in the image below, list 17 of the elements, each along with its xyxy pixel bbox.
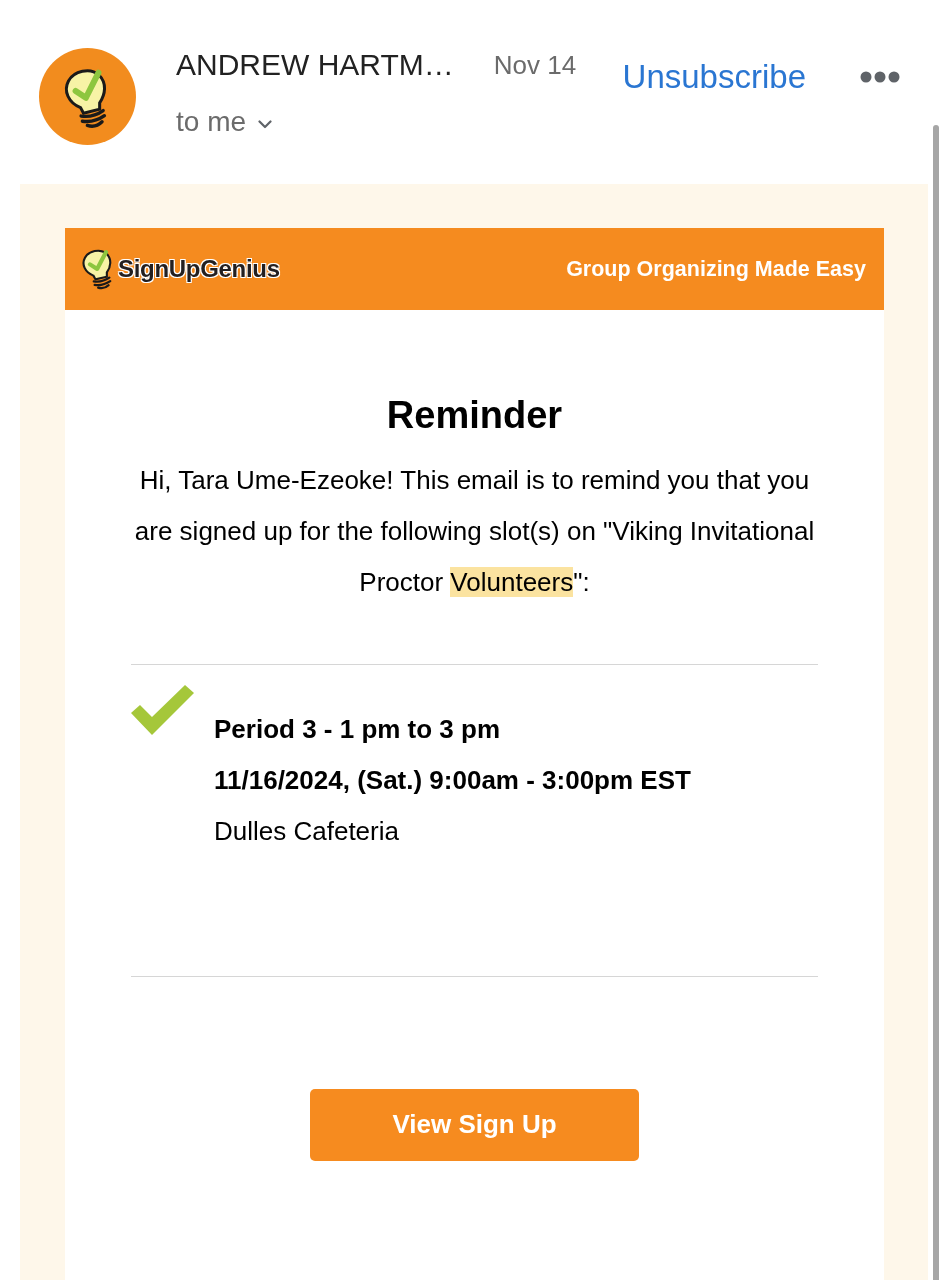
slot-title: Period 3 - 1 pm to 3 pm — [214, 712, 502, 746]
recipient-label[interactable]: to me — [176, 104, 247, 139]
lightbulb-avatar-icon — [39, 48, 136, 145]
brand-name: SignUpGenius — [118, 254, 280, 284]
brand-tagline: Group Organizing Made Easy — [566, 255, 866, 283]
intro-paragraph: Hi, Tara Ume-Ezeoke! This email is to remind you that you are signed up for the following slot(s) on "Viking Invitational Proctor Volunteers": — [133, 463, 816, 599]
unsubscribe-link[interactable]: Unsubscribe — [622, 57, 806, 97]
checkmark-icon — [131, 684, 194, 735]
chevron-down-icon[interactable] — [258, 119, 273, 129]
slot-datetime: 11/16/2024, (Sat.) 9:00am - 3:00pm EST — [214, 763, 691, 797]
more-options-icon[interactable] — [860, 71, 900, 83]
email-title: Reminder — [385, 393, 564, 438]
sender-name: ANDREW HARTM… — [176, 47, 454, 83]
view-sign-up-button[interactable]: View Sign Up — [310, 1088, 639, 1161]
scrollbar-thumb[interactable] — [933, 125, 939, 1280]
slot-location: Dulles Cafeteria — [214, 814, 400, 848]
email-date: Nov 14 — [493, 50, 577, 82]
